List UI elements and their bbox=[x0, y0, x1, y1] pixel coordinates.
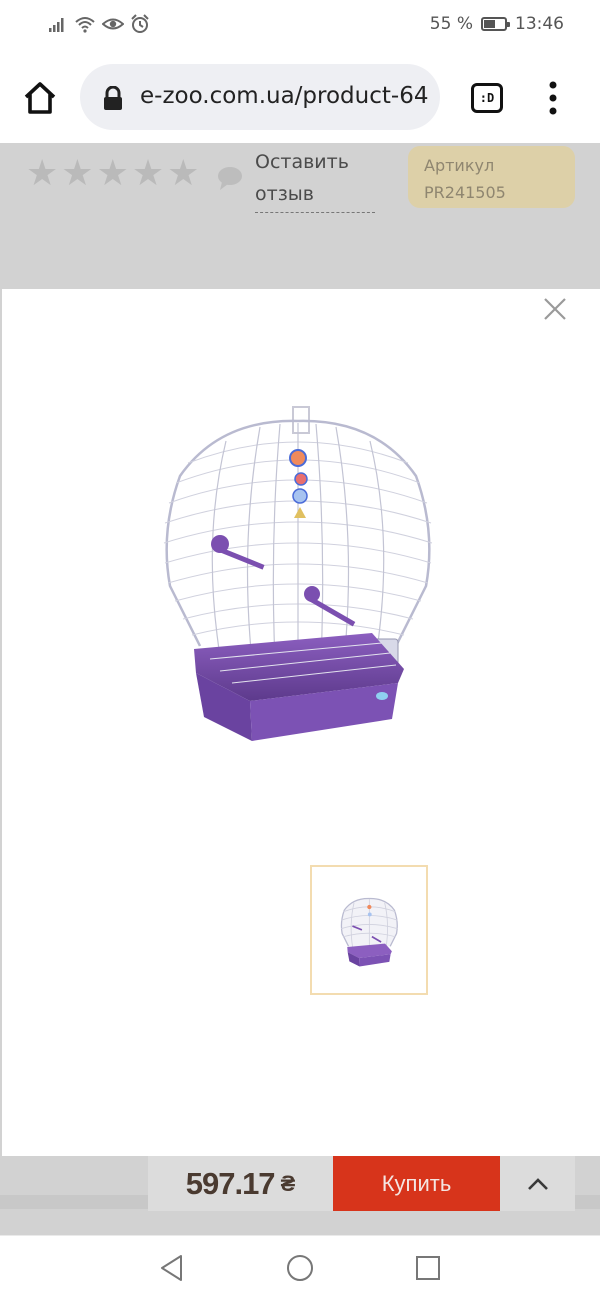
product-photo bbox=[163, 406, 433, 741]
star-icon[interactable]: ★ bbox=[97, 156, 129, 192]
back-icon[interactable] bbox=[157, 1253, 187, 1283]
url-text[interactable]: e-zoo.com.ua/product-64 bbox=[140, 83, 428, 109]
signal-icon bbox=[49, 18, 64, 32]
battery-percent: 55 % bbox=[429, 14, 473, 34]
recents-icon[interactable] bbox=[413, 1253, 443, 1283]
system-navigation-bar bbox=[0, 1235, 600, 1300]
sku-label: Артикул bbox=[424, 156, 495, 175]
tab-switcher-button[interactable]: :D bbox=[471, 83, 503, 113]
status-icons bbox=[48, 14, 150, 34]
status-right: 55 % 13:46 bbox=[430, 14, 564, 34]
comment-icon bbox=[218, 167, 242, 190]
battery-level-fill bbox=[484, 20, 495, 28]
home-icon[interactable] bbox=[20, 78, 60, 118]
battery-icon bbox=[481, 17, 510, 31]
star-icon[interactable]: ★ bbox=[167, 156, 199, 192]
currency-sign: ₴ bbox=[280, 1170, 296, 1196]
star-icon[interactable]: ★ bbox=[26, 156, 58, 192]
page-strip-right bbox=[575, 1195, 600, 1209]
chevron-up-icon[interactable] bbox=[527, 1177, 549, 1191]
price-value: 597.17 bbox=[185, 1165, 276, 1201]
image-gallery-modal bbox=[2, 289, 600, 1156]
close-icon[interactable] bbox=[540, 294, 570, 324]
buy-button[interactable]: Купить bbox=[333, 1156, 500, 1211]
browser-toolbar: e-zoo.com.ua/product-64 :D bbox=[0, 52, 600, 144]
eye-comfort-icon bbox=[102, 18, 124, 30]
alarm-icon bbox=[131, 14, 149, 33]
clock: 13:46 bbox=[515, 14, 564, 34]
leave-review-link[interactable]: Оставить отзыв bbox=[255, 146, 375, 213]
wifi-icon bbox=[75, 17, 95, 33]
price: 597.17 ₴ bbox=[148, 1156, 333, 1211]
sku-value: PR241505 bbox=[424, 183, 506, 202]
scroll-top-button[interactable] bbox=[500, 1156, 575, 1211]
lock-icon[interactable] bbox=[102, 86, 124, 110]
overflow-menu-icon[interactable] bbox=[540, 80, 566, 116]
star-icon[interactable]: ★ bbox=[132, 156, 164, 192]
star-icon[interactable]: ★ bbox=[61, 156, 93, 192]
rating-stars[interactable]: ★ ★ ★ ★ ★ bbox=[26, 156, 199, 192]
thumbnail[interactable] bbox=[310, 865, 428, 995]
sku-badge: Артикул PR241505 bbox=[408, 146, 575, 208]
address-bar[interactable]: e-zoo.com.ua/product-64 bbox=[80, 64, 440, 130]
home-circle-icon[interactable] bbox=[285, 1253, 315, 1283]
status-bar: 55 % 13:46 bbox=[0, 0, 600, 52]
page-strip-left bbox=[0, 1195, 148, 1209]
